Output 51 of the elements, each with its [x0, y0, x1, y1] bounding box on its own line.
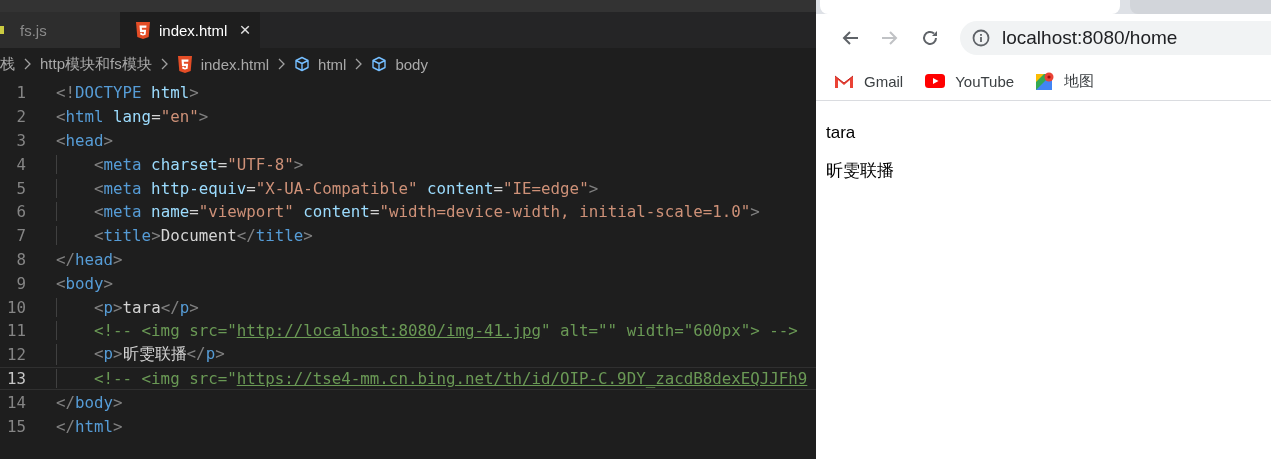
code-line: </body>: [56, 392, 123, 412]
breadcrumb-item[interactable]: html: [318, 55, 347, 73]
editor-tab[interactable]: fs.js: [0, 12, 120, 48]
chevron-icon: [159, 58, 169, 70]
line-number: 4: [15, 154, 26, 174]
line-number: 9: [15, 273, 26, 293]
breadcrumb-item[interactable]: http模块和fs模块: [40, 54, 152, 74]
line-number: 8: [15, 249, 26, 269]
cube-icon: [294, 56, 311, 72]
breadcrumb-item[interactable]: index.html: [200, 55, 270, 73]
code-line: </html>: [56, 416, 123, 436]
code-line: </head>: [56, 249, 123, 269]
info-icon: [972, 29, 990, 47]
line-number: 5: [15, 178, 26, 198]
code-line: <html lang="en">: [56, 107, 209, 127]
html5-icon: [135, 21, 151, 39]
paragraph: 昕雯联播: [826, 160, 895, 182]
cube-icon: [371, 56, 388, 72]
line-number: 10: [5, 297, 26, 317]
close-icon[interactable]: ×: [239, 19, 251, 41]
line-number: 7: [15, 226, 26, 246]
line-number: 13: [5, 368, 26, 388]
chevron-icon: [23, 58, 32, 70]
file-icon: [0, 26, 4, 34]
bookmark[interactable]: 地图: [1036, 71, 1095, 91]
line-number: 11: [5, 321, 26, 341]
gmail-icon: [834, 73, 854, 89]
line-number: 2: [15, 107, 26, 127]
video-play-icon: [925, 74, 946, 88]
line-number: 1: [15, 83, 26, 103]
browser-tab[interactable]: [1130, 0, 1271, 14]
code-line: <!DOCTYPE html>: [56, 83, 199, 103]
chevron-icon: [277, 58, 287, 70]
line-number: 3: [15, 131, 26, 150]
html5-icon: [176, 55, 193, 73]
line-number: 6: [15, 202, 26, 222]
bookmark[interactable]: Gmail: [834, 72, 904, 90]
address-bar[interactable]: localhost:8080/home: [960, 21, 1271, 55]
breadcrumb-item[interactable]: 栈: [0, 54, 15, 74]
map-pin-icon: [1036, 72, 1055, 90]
bookmark[interactable]: YouTube: [925, 72, 1015, 90]
chevron-icon: [354, 58, 364, 70]
line-number: 14: [5, 392, 26, 412]
line-number: 12: [5, 345, 26, 365]
editor-tab[interactable]: index.html ×: [120, 12, 261, 48]
breadcrumb-item[interactable]: body: [395, 55, 428, 73]
code-line: <head>: [56, 131, 114, 150]
line-number: 15: [5, 416, 26, 436]
browser-tab[interactable]: [820, 0, 1120, 14]
paragraph: tara: [826, 123, 857, 143]
code-line: <body>: [56, 273, 114, 293]
